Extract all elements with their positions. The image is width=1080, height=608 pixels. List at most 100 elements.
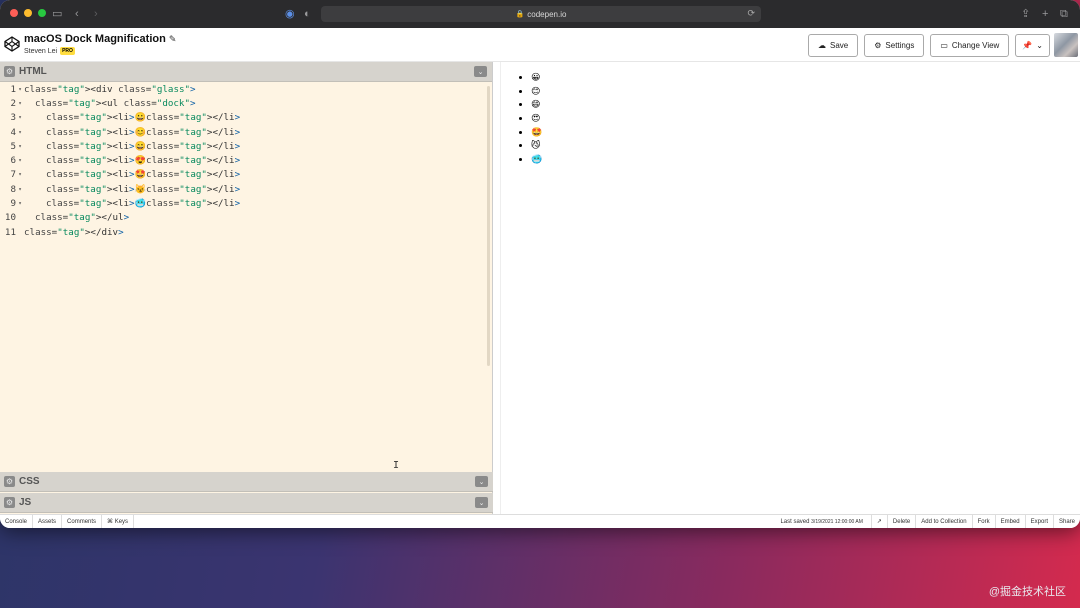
- fold-arrow-icon[interactable]: ▾: [16, 143, 24, 150]
- line-number: 1: [10, 83, 16, 95]
- export-button[interactable]: Export: [1024, 514, 1053, 528]
- code-line[interactable]: 10 class="tag"></ul>: [0, 211, 492, 225]
- settings-button[interactable]: ⚙ Settings: [864, 34, 925, 57]
- code-text: class="tag"><li>🥶class="tag"></li>: [46, 198, 241, 210]
- line-number: 8: [10, 183, 16, 195]
- address-bar[interactable]: 🔒 codepen.io ⟳: [321, 6, 761, 22]
- sidebar-icon[interactable]: ▭: [52, 7, 62, 21]
- html-settings-gear-icon[interactable]: ⚙: [4, 66, 15, 77]
- pencil-icon[interactable]: ✎: [169, 34, 177, 44]
- html-collapse-chevron-icon[interactable]: ⌄: [474, 66, 487, 77]
- code-text: class="tag"><li>🤩class="tag"></li>: [46, 169, 241, 181]
- js-settings-gear-icon[interactable]: ⚙: [4, 497, 15, 508]
- pen-title-row[interactable]: macOS Dock Magnification ✎: [24, 33, 176, 45]
- code-line[interactable]: 11 class="tag"></div>: [0, 225, 492, 239]
- code-text: class="tag"><div class="glass">: [24, 83, 196, 95]
- fold-arrow-icon[interactable]: ▾: [16, 129, 24, 136]
- preview-list-item: 🤩: [531, 126, 1080, 140]
- fold-arrow-icon[interactable]: ▾: [16, 86, 24, 93]
- css-panel-title: CSS: [19, 476, 40, 487]
- external-open-icon[interactable]: ↗: [870, 514, 887, 528]
- text-cursor-icon: I: [393, 460, 400, 471]
- css-collapse-chevron-icon[interactable]: ⌄: [475, 476, 488, 487]
- browser-window: ▭ ‹ › ◉ ◐ 🔒 codepen.io ⟳ ⇪ + ⧉ macOS Doc…: [0, 0, 1080, 528]
- share-button[interactable]: Share: [1052, 514, 1080, 528]
- delete-button[interactable]: Delete: [886, 514, 915, 528]
- code-line[interactable]: 9 ▾ class="tag"><li>🥶class="tag"></li>: [0, 196, 492, 210]
- fold-arrow-icon[interactable]: ▾: [16, 200, 24, 207]
- preview-list-item: 😄: [531, 98, 1080, 112]
- code-line[interactable]: 5 ▾ class="tag"><li>😄class="tag"></li>: [0, 139, 492, 153]
- back-icon[interactable]: ‹: [75, 7, 79, 21]
- footer-right-group: Last saved 3/19/2021 12:00:00 AM ↗ Delet…: [780, 514, 1080, 528]
- preview-pane[interactable]: 😀😊😄😍🤩😼🥶: [500, 62, 1080, 514]
- js-panel-header[interactable]: ⚙ JS ⌄: [0, 493, 493, 513]
- codepen-logo-icon[interactable]: [4, 36, 20, 52]
- share-icon[interactable]: ⇪: [1021, 7, 1030, 21]
- change-view-label: Change View: [951, 41, 1000, 50]
- line-number: 2: [10, 97, 16, 109]
- css-settings-gear-icon[interactable]: ⚙: [4, 476, 15, 487]
- footer-bar: Console Assets Comments ⌘ Keys Last save…: [0, 514, 1080, 528]
- minimize-window-button[interactable]: [24, 9, 32, 17]
- line-number: 3: [10, 112, 16, 124]
- last-saved-label: Last saved: [780, 518, 810, 525]
- save-label: Save: [830, 41, 849, 50]
- fold-arrow-icon[interactable]: ▾: [16, 171, 24, 178]
- fold-arrow-icon[interactable]: ▾: [16, 114, 24, 121]
- code-editor[interactable]: 1 ▾ class="tag"><div class="glass"> 2 ▾ class…: [0, 82, 492, 470]
- html-panel-title: HTML: [19, 66, 47, 77]
- codepen-header: macOS Dock Magnification ✎ Steven Lei PRO…: [0, 28, 1080, 62]
- preview-list-item: 😍: [531, 112, 1080, 126]
- cloud-icon: ☁: [818, 41, 826, 50]
- code-line[interactable]: 6 ▾ class="tag"><li>😍class="tag"></li>: [0, 153, 492, 167]
- save-button[interactable]: ☁ Save: [808, 34, 859, 57]
- code-text: class="tag"><ul class="dock">: [35, 97, 196, 109]
- chevron-down-icon: ⌄: [1036, 41, 1043, 50]
- embed-button[interactable]: Embed: [994, 514, 1025, 528]
- line-number: 10: [4, 212, 16, 224]
- html-panel-header[interactable]: ⚙ HTML ⌄: [0, 62, 492, 82]
- pro-badge: PRO: [60, 47, 75, 55]
- code-line[interactable]: 2 ▾ class="tag"><ul class="dock">: [0, 96, 492, 110]
- keys-button[interactable]: ⌘ Keys: [102, 514, 135, 528]
- pin-icon: 📌: [1022, 41, 1033, 50]
- pen-author-row: Steven Lei PRO: [24, 47, 75, 55]
- reload-icon[interactable]: ⟳: [747, 8, 755, 19]
- header-actions: ☁ Save ⚙ Settings ▭ Change View 📌 ⌄: [808, 34, 1050, 57]
- settings-label: Settings: [885, 41, 915, 50]
- code-text: class="tag"><li>😼class="tag"></li>: [46, 183, 241, 195]
- avatar[interactable]: [1054, 33, 1078, 57]
- html-editor-panel: ⚙ HTML ⌄ 1 ▾ class="tag"><div class="glass…: [0, 62, 493, 514]
- pin-menu-button[interactable]: 📌 ⌄: [1015, 34, 1050, 57]
- address-text: codepen.io: [527, 9, 567, 19]
- close-window-button[interactable]: [10, 9, 18, 17]
- js-collapse-chevron-icon[interactable]: ⌄: [475, 497, 488, 508]
- assets-button[interactable]: Assets: [33, 514, 63, 528]
- new-tab-icon[interactable]: +: [1042, 7, 1048, 21]
- author-name[interactable]: Steven Lei: [24, 48, 57, 55]
- code-line[interactable]: 1 ▾ class="tag"><div class="glass">: [0, 82, 492, 96]
- zoom-window-button[interactable]: [38, 9, 46, 17]
- layout-icon: ▭: [940, 41, 948, 50]
- shield-icon[interactable]: ◐: [304, 7, 311, 21]
- add-to-collection-button[interactable]: Add to Collection: [915, 514, 971, 528]
- preview-list-item: 😼: [531, 139, 1080, 153]
- fold-arrow-icon[interactable]: ▾: [16, 100, 24, 107]
- console-button[interactable]: Console: [0, 514, 34, 528]
- code-line[interactable]: 7 ▾ class="tag"><li>🤩class="tag"></li>: [0, 168, 492, 182]
- css-panel-header[interactable]: ⚙ CSS ⌄: [0, 472, 493, 492]
- code-text: class="tag"><li>😄class="tag"></li>: [46, 140, 241, 152]
- tabs-overview-icon[interactable]: ⧉: [1060, 7, 1068, 21]
- fork-button[interactable]: Fork: [971, 514, 995, 528]
- fold-arrow-icon[interactable]: ▾: [16, 186, 24, 193]
- forward-icon[interactable]: ›: [94, 7, 98, 21]
- code-line[interactable]: 3 ▾ class="tag"><li>😀class="tag"></li>: [0, 111, 492, 125]
- code-line[interactable]: 8 ▾ class="tag"><li>😼class="tag"></li>: [0, 182, 492, 196]
- comments-button[interactable]: Comments: [62, 514, 103, 528]
- fold-arrow-icon[interactable]: ▾: [16, 157, 24, 164]
- extension-icon[interactable]: ◉: [285, 7, 295, 21]
- code-line[interactable]: 4 ▾ class="tag"><li>😊class="tag"></li>: [0, 125, 492, 139]
- last-saved-time: 3/19/2021 12:00:00 AM: [811, 518, 863, 525]
- change-view-button[interactable]: ▭ Change View: [930, 34, 1010, 57]
